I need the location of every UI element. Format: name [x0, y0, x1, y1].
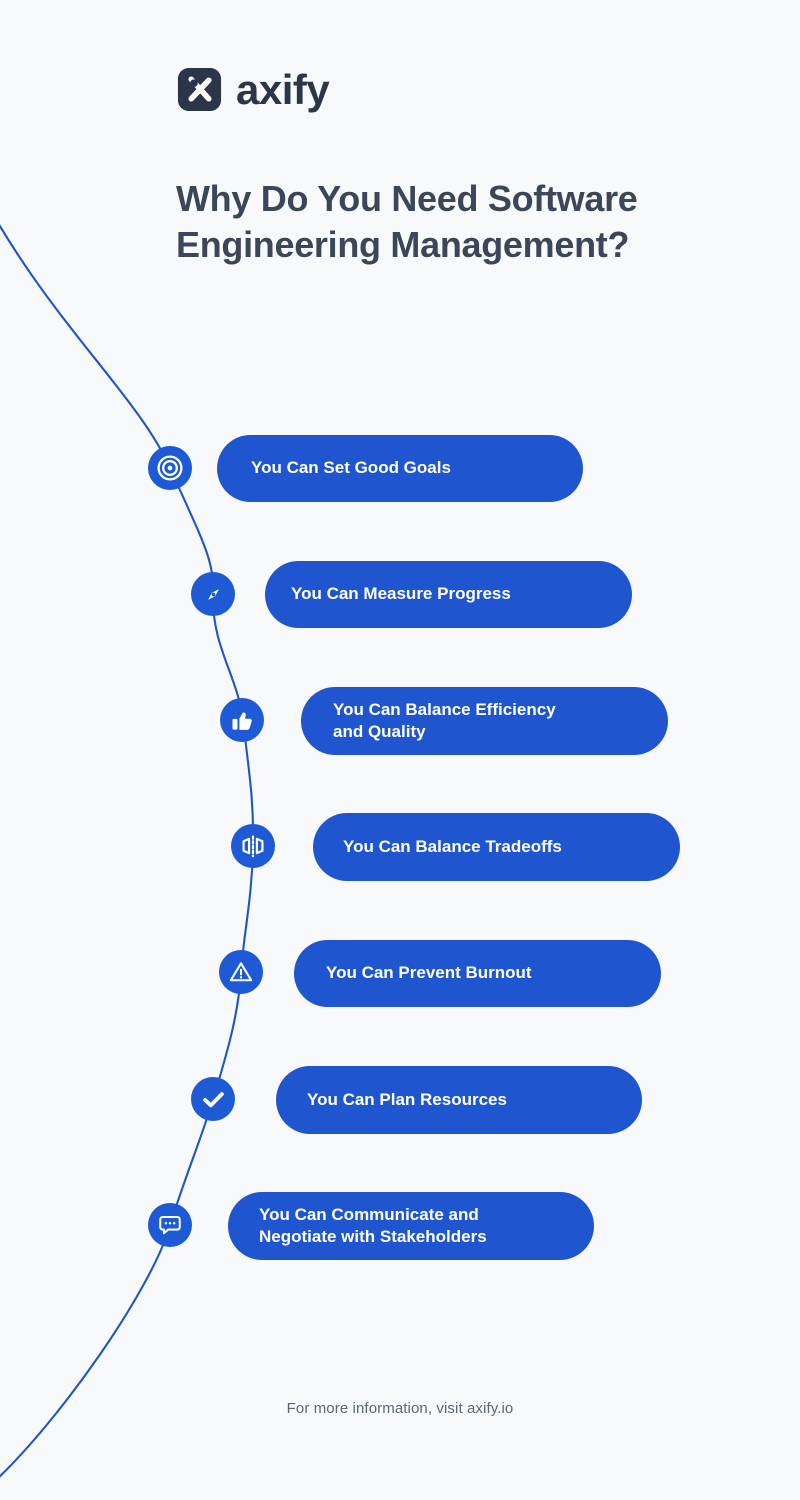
target-icon [157, 455, 183, 481]
page-title: Why Do You Need Software Engineering Man… [176, 178, 638, 266]
mirror-tradeoff-icon [240, 833, 266, 859]
benefit-pill-label: You Can Communicate and Negotiate with St… [259, 1204, 487, 1249]
benefit-pill-5[interactable]: You Can Prevent Burnout [294, 940, 661, 1007]
timeline-node-5 [219, 950, 263, 994]
benefit-pill-4[interactable]: You Can Balance Tradeoffs [313, 813, 680, 881]
infographic-canvas: axify Why Do You Need Software Engineeri… [0, 0, 800, 1500]
benefit-pill-2[interactable]: You Can Measure Progress [265, 561, 632, 628]
compass-icon [201, 582, 226, 607]
timeline-node-2 [191, 572, 235, 616]
benefit-pill-3[interactable]: You Can Balance Efficiency and Quality [301, 687, 668, 755]
timeline-node-4 [231, 824, 275, 868]
timeline-node-6 [191, 1077, 235, 1121]
benefit-pill-6[interactable]: You Can Plan Resources [276, 1066, 642, 1134]
benefit-pill-line-1: You Can Communicate and [259, 1204, 479, 1224]
footer-note: For more information, visit axify.io [286, 1400, 514, 1417]
benefit-pill-label: You Can Balance Tradeoffs [343, 836, 562, 858]
benefit-pill-line-1: You Can Balance Tradeoffs [343, 836, 562, 856]
benefit-pill-line-2: Negotiate with Stakeholders [259, 1227, 487, 1246]
warning-triangle-icon [228, 959, 254, 985]
benefit-pill-1[interactable]: You Can Set Good Goals [217, 435, 583, 502]
benefit-pill-line-1: You Can Balance Efficiency [333, 699, 556, 719]
timeline-node-7 [148, 1203, 192, 1247]
thumbs-up-icon [230, 708, 255, 733]
benefit-pill-line-1: You Can Measure Progress [291, 584, 511, 604]
check-circle-icon [200, 1086, 227, 1113]
benefit-pill-line-2: and Quality [333, 722, 426, 741]
axify-x-mark-icon [177, 67, 222, 112]
benefit-pill-line-1: You Can Plan Resources [307, 1089, 507, 1109]
timeline-node-3 [220, 698, 264, 742]
chat-bubble-icon [157, 1212, 183, 1238]
timeline-node-1 [148, 446, 192, 490]
benefit-pill-label: You Can Balance Efficiency and Quality [333, 699, 556, 744]
brand-logo: axify [176, 65, 330, 113]
benefit-pill-label: You Can Plan Resources [307, 1089, 507, 1111]
benefit-pill-label: You Can Measure Progress [291, 583, 511, 605]
benefit-pill-label: You Can Prevent Burnout [326, 962, 532, 984]
benefit-pill-line-1: You Can Prevent Burnout [326, 963, 532, 983]
benefit-pill-line-1: You Can Set Good Goals [251, 458, 451, 478]
benefit-pill-7[interactable]: You Can Communicate and Negotiate with St… [228, 1192, 594, 1260]
brand-name: axify [236, 65, 330, 113]
benefit-pill-label: You Can Set Good Goals [251, 457, 451, 479]
